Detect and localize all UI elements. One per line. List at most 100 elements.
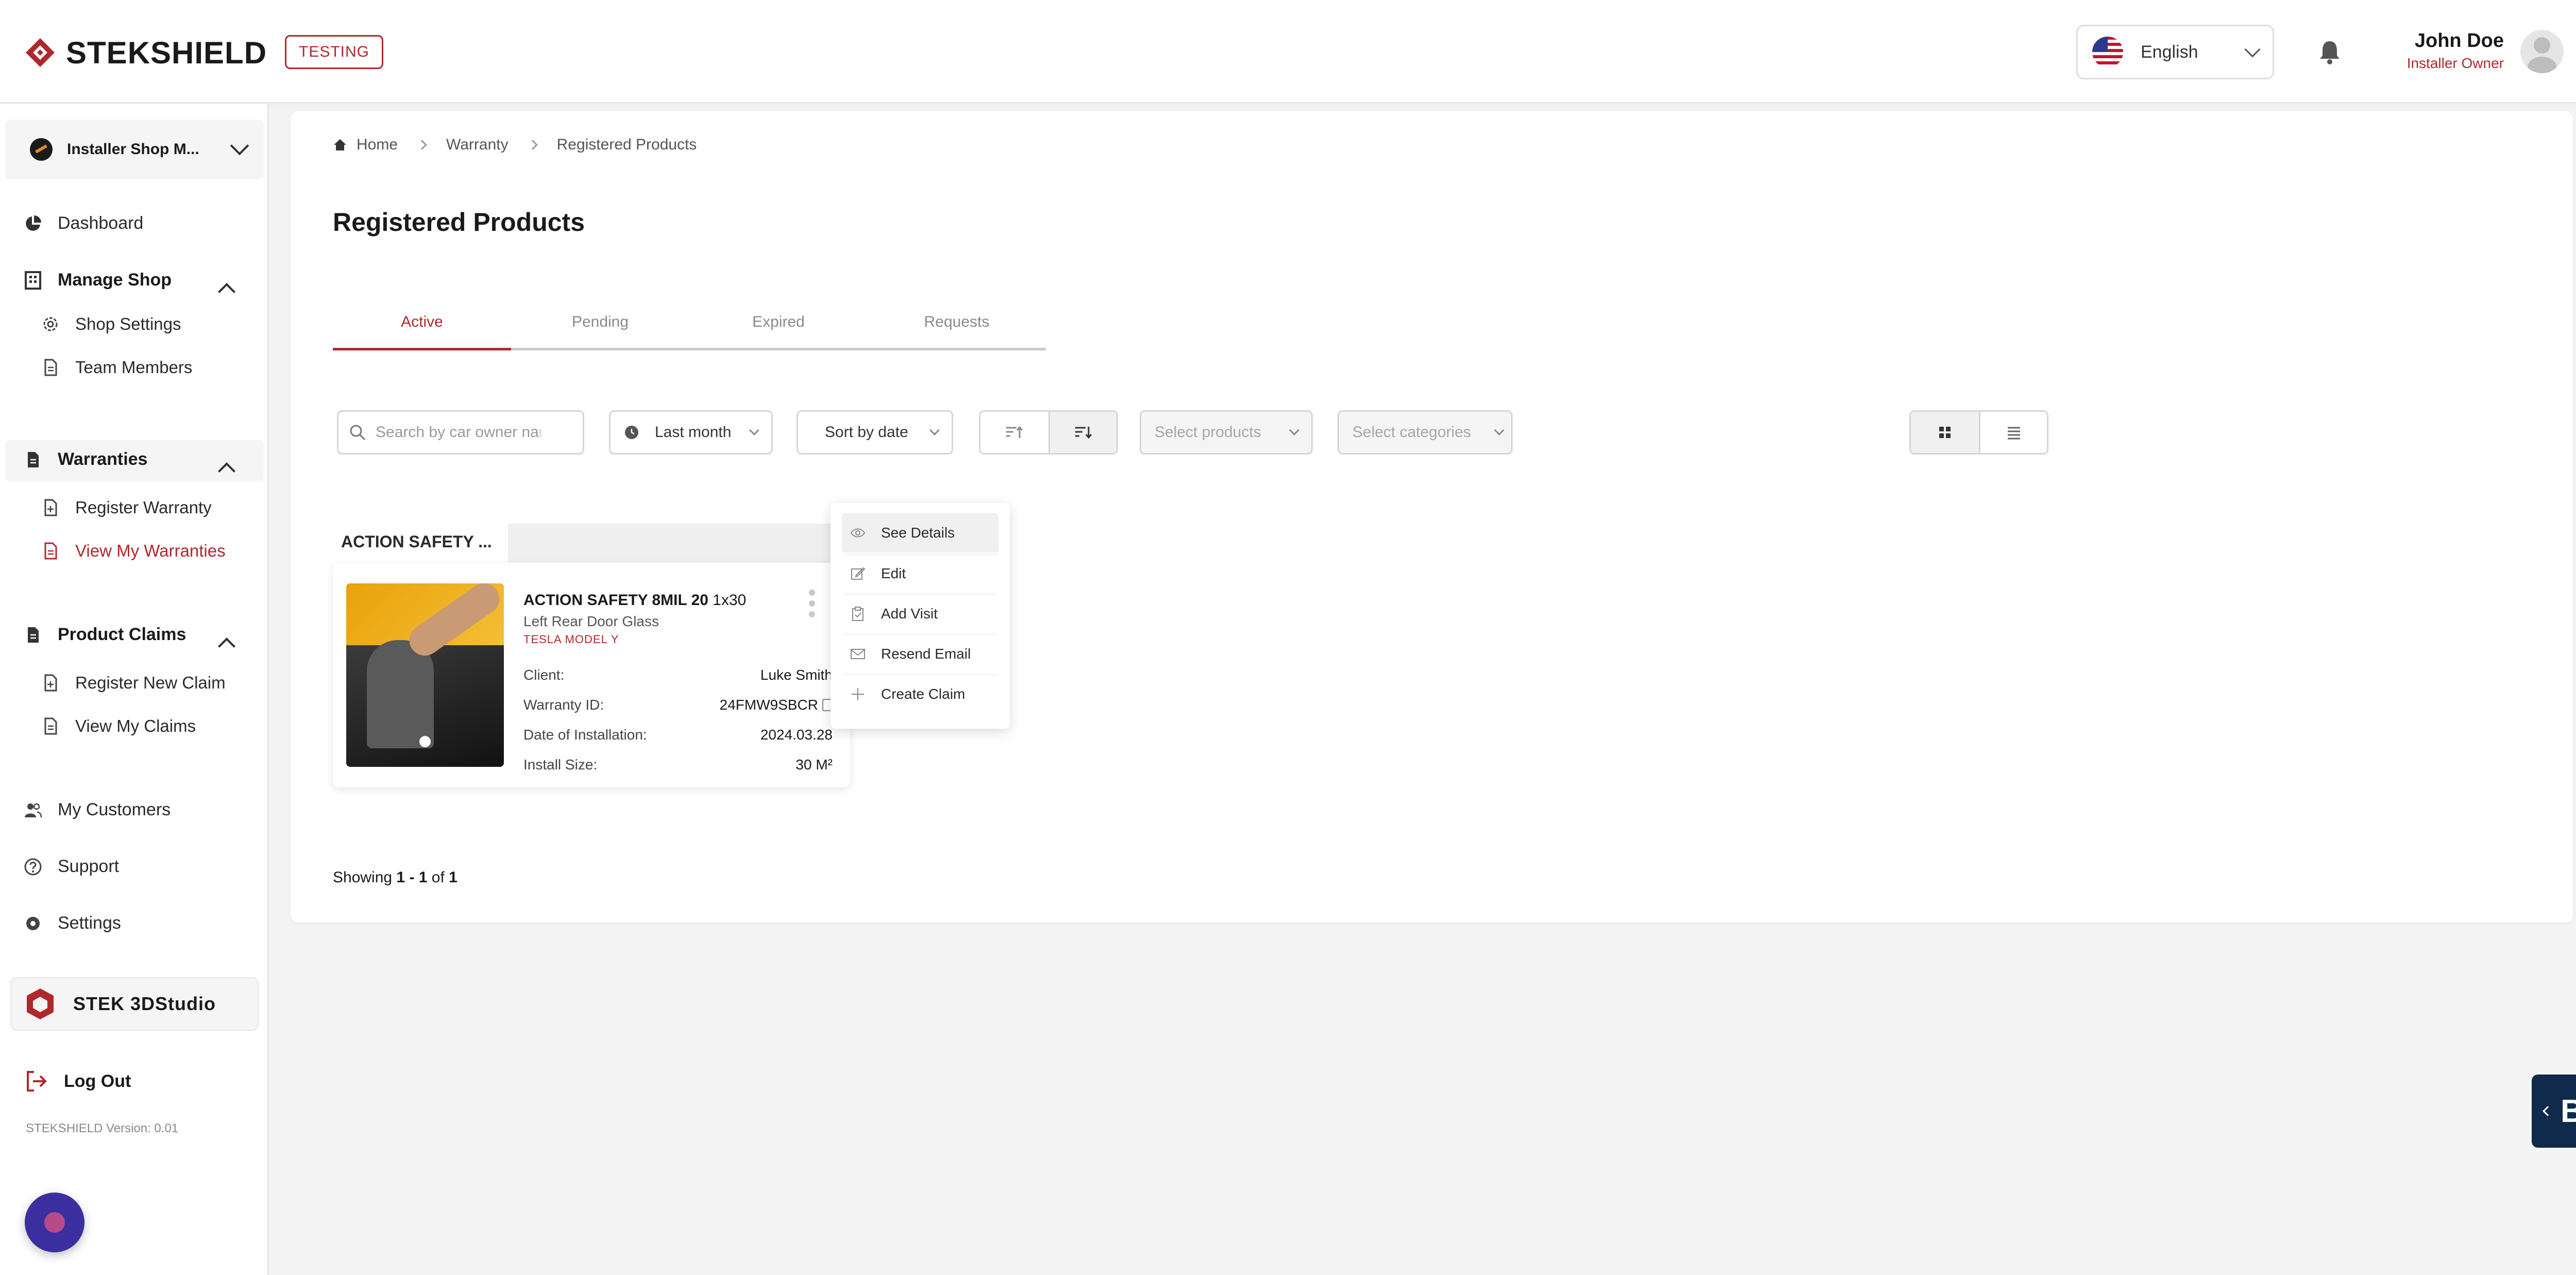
document-add-icon — [44, 499, 57, 516]
chevron-left-icon[interactable] — [2543, 1106, 2553, 1116]
grid-icon — [1939, 427, 1951, 438]
chevron-down-icon — [749, 425, 759, 435]
mail-icon — [851, 649, 865, 659]
install-size-value: 30 M² — [795, 757, 833, 773]
brand-logo[interactable]: STEKSHIELD — [22, 34, 267, 71]
menu-item-edit[interactable]: Edit — [842, 553, 998, 593]
sidebar-item-product-claims[interactable]: Product Claims — [24, 625, 186, 645]
document-icon — [28, 627, 39, 643]
avatar[interactable] — [2520, 30, 2564, 73]
stek-3dstudio-button[interactable]: STEK 3DStudio — [10, 977, 259, 1031]
brand-name: STEKSHIELD — [66, 35, 267, 70]
logout-icon — [27, 1071, 47, 1092]
sidebar-item-label: Register New Claim — [75, 673, 226, 692]
chevron-up-icon[interactable] — [218, 283, 235, 300]
sort-select[interactable]: Sort by date — [796, 410, 953, 455]
sidebar-item-team-members[interactable]: Team Members — [41, 358, 192, 377]
menu-item-create-claim[interactable]: Create Claim — [842, 674, 998, 713]
sidebar-item-register-new-claim[interactable]: Register New Claim — [41, 673, 226, 693]
grid-view-button[interactable] — [1911, 412, 1979, 453]
language-label: English — [2141, 42, 2198, 62]
notification-bell-icon[interactable] — [2318, 39, 2341, 65]
page-title: Registered Products — [333, 208, 585, 237]
sidebar-item-view-my-warranties[interactable]: View My Warranties — [41, 541, 226, 561]
bh-side-widget[interactable]: BH — [2532, 1075, 2576, 1148]
shop-logo-icon — [30, 138, 53, 161]
clock-icon — [625, 426, 638, 439]
gear-icon — [43, 317, 58, 331]
pagination-range: 1 - 1 — [396, 869, 428, 886]
breadcrumb-current: Registered Products — [556, 136, 697, 153]
breadcrumb-home[interactable]: Home — [333, 136, 398, 154]
sidebar-item-view-my-claims[interactable]: View My Claims — [41, 716, 196, 736]
user-info[interactable]: John Doe Installer Owner — [2391, 30, 2504, 72]
menu-item-add-visit[interactable]: Add Visit — [842, 594, 998, 633]
install-size-row: Install Size: 30 M² — [523, 757, 833, 773]
warranty-id-row: Warranty ID: 24FMW9SBCR — [523, 697, 833, 713]
chevron-up-icon[interactable] — [218, 638, 235, 655]
menu-item-label: Edit — [881, 565, 906, 581]
more-options-icon[interactable] — [809, 590, 816, 623]
carousel-dot[interactable] — [419, 736, 431, 747]
shop-selector[interactable]: Installer Shop M... — [5, 120, 264, 179]
breadcrumb-warranty[interactable]: Warranty — [446, 136, 509, 154]
search-field[interactable] — [337, 410, 584, 455]
warranty-card[interactable]: ACTION SAFETY 8MIL 20 1x30 Left Rear Doo… — [333, 563, 850, 787]
menu-item-see-details[interactable]: See Details — [842, 513, 998, 552]
sidebar-item-settings[interactable]: Settings — [24, 913, 121, 933]
menu-item-resend-email[interactable]: Resend Email — [842, 634, 998, 673]
status-tabs: Active Pending Expired Requests — [333, 303, 1046, 350]
sidebar-item-label: Dashboard — [58, 213, 144, 233]
sidebar-item-my-customers[interactable]: My Customers — [24, 800, 171, 820]
language-select[interactable]: English — [2076, 25, 2274, 79]
view-mode-toggle — [1909, 410, 2048, 455]
search-input[interactable] — [376, 424, 540, 441]
tab-pending[interactable]: Pending — [511, 303, 689, 348]
sidebar-item-support[interactable]: Support — [24, 857, 119, 877]
period-select[interactable]: Last month — [609, 410, 773, 455]
sidebar-item-manage-shop[interactable]: Manage Shop — [24, 270, 172, 290]
breadcrumb: Home Warranty Registered Products — [333, 136, 697, 154]
studio-label: STEK 3DStudio — [73, 993, 216, 1014]
sort-ascending-button[interactable] — [980, 412, 1048, 453]
chat-launcher-button[interactable] — [25, 1193, 84, 1252]
sidebar-item-label: Support — [58, 857, 120, 876]
install-date-label: Date of Installation: — [523, 727, 647, 743]
sidebar-item-label: Register Warranty — [75, 498, 212, 517]
main-content: Home Warranty Registered Products Regist… — [291, 111, 2573, 922]
pagination-prefix: Showing — [333, 869, 397, 886]
list-view-button[interactable] — [1979, 412, 2047, 453]
users-icon — [25, 803, 42, 817]
sidebar-item-warranties[interactable]: Warranties — [24, 449, 147, 469]
install-size-label: Install Size: — [523, 757, 598, 773]
filter-toolbar: Last month Sort by date — [337, 410, 2089, 457]
sort-descending-button[interactable] — [1048, 412, 1116, 453]
sort-value: Sort by date — [825, 424, 908, 441]
sidebar-item-register-warranty[interactable]: Register Warranty — [41, 498, 212, 517]
sidebar-item-label: My Customers — [58, 800, 171, 819]
sidebar-item-shop-settings[interactable]: Shop Settings — [41, 314, 181, 334]
sidebar-item-label: Manage Shop — [58, 270, 172, 290]
sidebar-item-label: Shop Settings — [75, 314, 181, 333]
product-size: 1x30 — [708, 592, 747, 609]
sidebar-item-label: Warranties — [58, 449, 148, 469]
logout-button[interactable]: Log Out — [24, 1069, 131, 1094]
edit-icon — [851, 567, 866, 580]
tab-expired[interactable]: Expired — [689, 303, 868, 348]
document-icon — [44, 542, 57, 560]
menu-item-label: Resend Email — [881, 646, 971, 662]
home-icon — [334, 139, 346, 150]
pagination-summary: Showing 1 - 1 of 1 — [333, 869, 457, 886]
product-image[interactable] — [346, 583, 504, 767]
tab-active[interactable]: Active — [333, 303, 511, 350]
categories-select[interactable]: Select categories — [1337, 410, 1513, 455]
product-location: Left Rear Door Glass — [523, 613, 659, 629]
sidebar-item-dashboard[interactable]: Dashboard — [24, 213, 143, 233]
product-name: ACTION SAFETY 8MIL 20 — [523, 592, 708, 609]
stekshield-logo-icon — [26, 38, 55, 67]
breadcrumb-home-label: Home — [357, 136, 398, 153]
tab-requests[interactable]: Requests — [868, 303, 1046, 348]
categories-placeholder: Select categories — [1352, 424, 1471, 441]
products-select[interactable]: Select products — [1140, 410, 1313, 455]
sidebar-item-label: Team Members — [75, 358, 193, 377]
